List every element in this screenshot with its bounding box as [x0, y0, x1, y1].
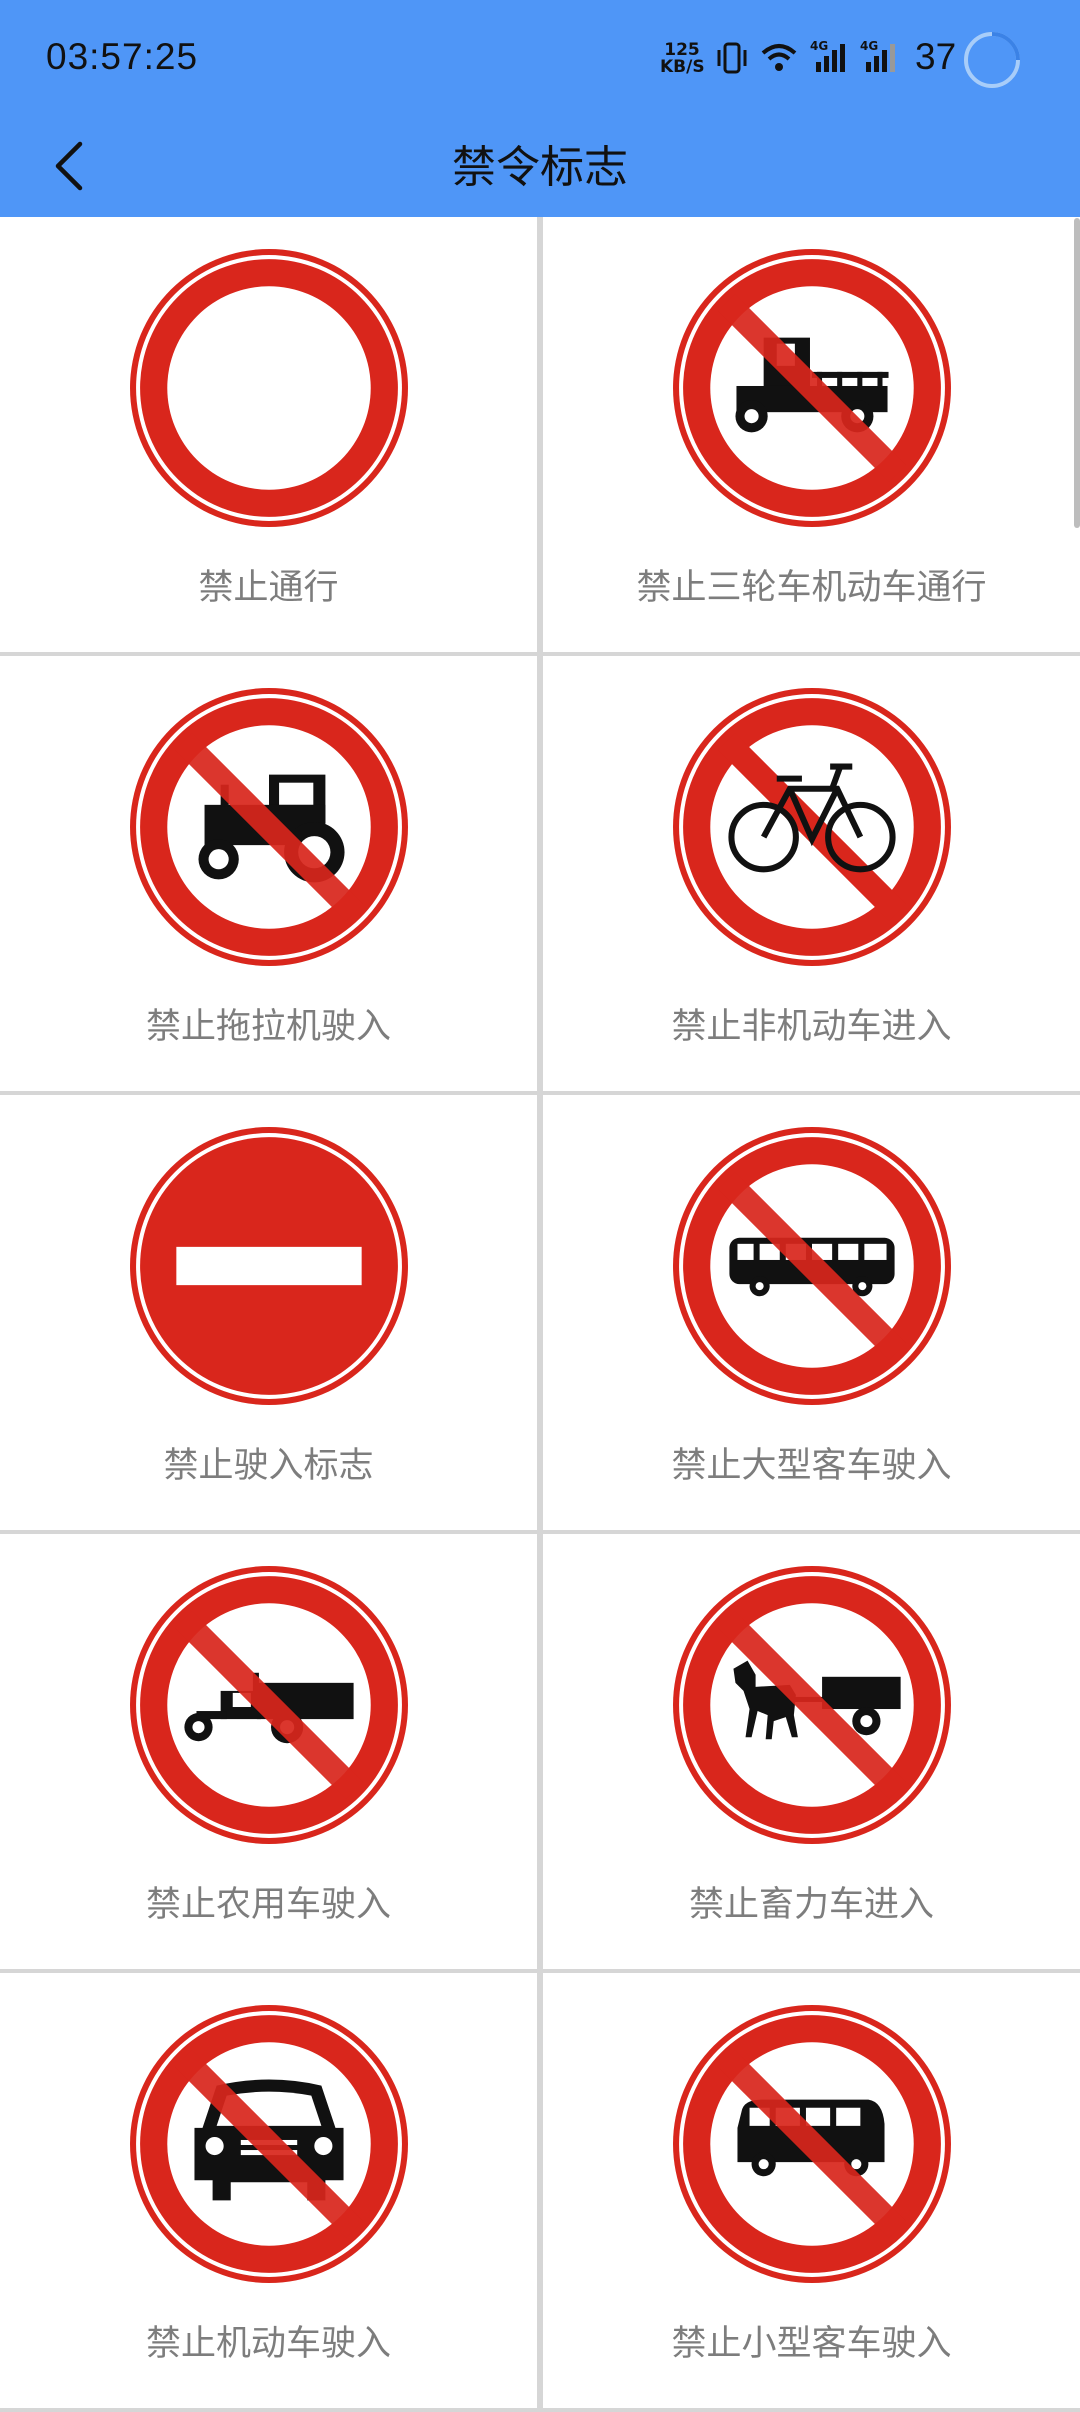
sign-card[interactable]: 禁止驶入标志 — [0, 1095, 540, 1534]
wifi-icon — [760, 42, 798, 78]
no-bus-icon — [672, 1127, 951, 1405]
page-title: 禁令标志 — [452, 142, 628, 193]
loading-spinner-icon — [962, 30, 1022, 94]
app-header: 03:57:25 125 KB/S 4G 4G 37 禁令标志 — [0, 0, 1080, 217]
sign-grid: 禁止通行 禁止三轮车机动车通行 禁止拖拉机驶入 禁止非机动车进入 禁止驶入标志 … — [0, 217, 1080, 2412]
sign-label: 禁止大型客车驶入 — [671, 1446, 952, 1486]
nav-bar: 禁令标志 — [0, 118, 1080, 217]
sign-label: 禁止畜力车进入 — [688, 1885, 934, 1925]
no-tractor-icon — [129, 688, 408, 966]
sign-card[interactable]: 禁止大型客车驶入 — [540, 1095, 1080, 1534]
sign-label: 禁止机动车驶入 — [145, 2324, 391, 2364]
no-farm-vehicle-icon — [129, 1566, 408, 1844]
svg-text:4G: 4G — [810, 39, 828, 53]
status-time: 03:57:25 — [46, 36, 199, 77]
sign-card[interactable]: 禁止机动车驶入 — [0, 1973, 540, 2412]
sign-label: 禁止非机动车进入 — [671, 1007, 952, 1047]
sign-label: 禁止三轮车机动车通行 — [636, 568, 987, 608]
status-icons: 125 KB/S 4G 4G 37 — [660, 30, 1020, 88]
no-tricycle-icon — [672, 249, 951, 527]
sign-card[interactable]: 禁止三轮车机动车通行 — [540, 217, 1080, 656]
no-bicycle-icon — [672, 688, 951, 966]
signal-1-icon: 4G — [810, 38, 850, 80]
network-speed-unit: KB/S — [660, 57, 705, 77]
sign-label: 禁止通行 — [198, 568, 339, 608]
no-animal-cart-icon — [672, 1566, 951, 1844]
no-entry-bar-icon — [129, 1127, 408, 1405]
network-speed: 125 KB/S — [660, 42, 705, 77]
status-bar: 03:57:25 125 KB/S 4G 4G 37 — [0, 0, 1080, 118]
sign-label: 禁止拖拉机驶入 — [145, 1007, 391, 1047]
signal-2-icon: 4G — [860, 38, 900, 80]
scrollbar[interactable] — [1074, 218, 1080, 528]
sign-card[interactable]: 禁止畜力车进入 — [540, 1534, 1080, 1973]
vibrate-icon — [716, 40, 748, 80]
sign-card[interactable]: 禁止通行 — [0, 217, 540, 656]
no-motor-vehicle-icon — [129, 2005, 408, 2283]
sign-card[interactable]: 禁止拖拉机驶入 — [0, 656, 540, 1095]
svg-text:4G: 4G — [860, 39, 878, 53]
sign-label: 禁止驶入标志 — [163, 1446, 374, 1486]
sign-card[interactable]: 禁止农用车驶入 — [0, 1534, 540, 1973]
sign-label: 禁止小型客车驶入 — [671, 2324, 952, 2364]
sign-card[interactable]: 禁止小型客车驶入 — [540, 1973, 1080, 2412]
battery-level: 37 — [915, 36, 957, 77]
sign-label: 禁止农用车驶入 — [145, 1885, 391, 1925]
no-entry-ring-icon — [129, 249, 408, 527]
no-minibus-icon — [672, 2005, 951, 2283]
sign-card[interactable]: 禁止非机动车进入 — [540, 656, 1080, 1095]
